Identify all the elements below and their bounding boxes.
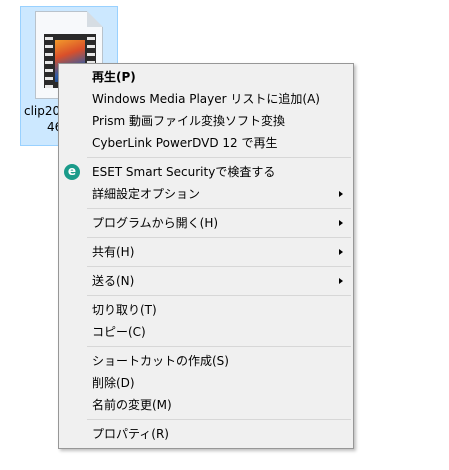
- menu-item-label: ESET Smart Securityで検査する: [92, 165, 276, 179]
- menu-item-label: プロパティ(R): [92, 427, 169, 441]
- menu-item-label: 共有(H): [92, 245, 135, 259]
- menu-item-delete[interactable]: 削除(D): [59, 372, 353, 394]
- menu-item-send-to[interactable]: 送る(N): [59, 270, 353, 292]
- menu-item-label: コピー(C): [92, 325, 146, 339]
- menu-item-label: Windows Media Player リストに追加(A): [92, 92, 320, 106]
- menu-item-label: プログラムから開く(H): [92, 216, 219, 230]
- menu-separator: [87, 419, 351, 420]
- menu-item-eset-scan[interactable]: e ESET Smart Securityで検査する: [59, 161, 353, 183]
- submenu-arrow-icon: [339, 249, 343, 255]
- menu-item-label: 再生(P): [92, 70, 136, 84]
- context-menu: 再生(P) Windows Media Player リストに追加(A) Pri…: [58, 63, 354, 449]
- menu-item-create-shortcut[interactable]: ショートカットの作成(S): [59, 350, 353, 372]
- menu-item-powerdvd-play[interactable]: CyberLink PowerDVD 12 で再生: [59, 132, 353, 154]
- menu-separator: [87, 237, 351, 238]
- menu-item-play[interactable]: 再生(P): [59, 66, 353, 88]
- menu-item-prism-convert[interactable]: Prism 動画ファイル変換ソフト変換: [59, 110, 353, 132]
- menu-separator: [87, 295, 351, 296]
- menu-separator: [87, 266, 351, 267]
- submenu-arrow-icon: [339, 220, 343, 226]
- menu-separator: [87, 157, 351, 158]
- menu-item-label: CyberLink PowerDVD 12 で再生: [92, 136, 278, 150]
- menu-item-add-to-wmp-list[interactable]: Windows Media Player リストに追加(A): [59, 88, 353, 110]
- submenu-arrow-icon: [339, 191, 343, 197]
- menu-item-properties[interactable]: プロパティ(R): [59, 423, 353, 445]
- menu-separator: [87, 346, 351, 347]
- submenu-arrow-icon: [339, 278, 343, 284]
- menu-item-cut[interactable]: 切り取り(T): [59, 299, 353, 321]
- menu-item-share[interactable]: 共有(H): [59, 241, 353, 263]
- menu-item-copy[interactable]: コピー(C): [59, 321, 353, 343]
- menu-item-label: 送る(N): [92, 274, 135, 288]
- menu-item-rename[interactable]: 名前の変更(M): [59, 394, 353, 416]
- menu-item-label: ショートカットの作成(S): [92, 354, 229, 368]
- menu-item-open-with[interactable]: プログラムから開く(H): [59, 212, 353, 234]
- menu-item-advanced-options[interactable]: 詳細設定オプション: [59, 183, 353, 205]
- menu-item-label: Prism 動画ファイル変換ソフト変換: [92, 114, 286, 128]
- menu-item-label: 詳細設定オプション: [92, 187, 201, 201]
- menu-separator: [87, 208, 351, 209]
- menu-item-label: 切り取り(T): [92, 303, 157, 317]
- eset-icon: e: [64, 164, 80, 180]
- menu-item-label: 削除(D): [92, 376, 135, 390]
- menu-item-label: 名前の変更(M): [92, 398, 172, 412]
